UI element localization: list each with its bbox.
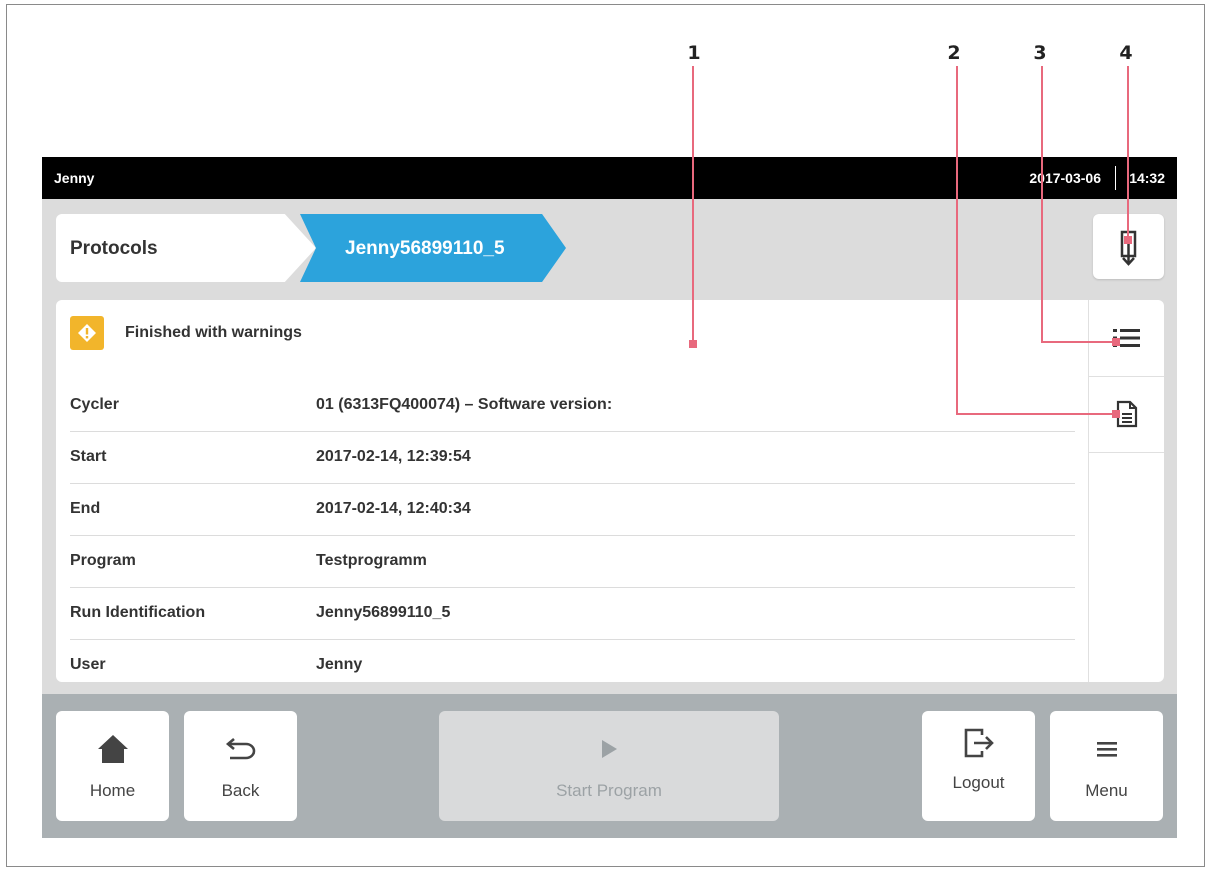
callout-4: 4 (1119, 42, 1133, 64)
protocol-details-panel: Finished with warnings Cycler 01 (6313FQ… (56, 300, 1164, 682)
row-value: Jenny56899110_5 (316, 604, 451, 621)
table-row: Cycler 01 (6313FQ400074) – Software vers… (70, 380, 1075, 432)
play-icon (602, 740, 617, 758)
table-row: Run Identification Jenny56899110_5 (70, 588, 1075, 640)
device-screen: Jenny 2017-03-06 14:32 Protocols Jenny56… (42, 157, 1177, 838)
row-key: Cycler (70, 396, 119, 413)
callout-4-dot (1124, 236, 1132, 244)
warning-icon (70, 316, 104, 350)
callout-4-line (1127, 66, 1129, 238)
table-row: End 2017-02-14, 12:40:34 (70, 484, 1075, 536)
breadcrumb-run[interactable]: Jenny56899110_5 (300, 214, 566, 282)
back-button[interactable]: Back (184, 711, 297, 821)
row-key: End (70, 500, 101, 517)
callout-2-line-h (956, 413, 1116, 415)
callout-3-line (1041, 66, 1043, 342)
callout-2-dot (1112, 410, 1120, 418)
callout-1: 1 (687, 42, 701, 64)
row-value: 2017-02-14, 12:40:34 (316, 500, 471, 517)
breadcrumb-label: Protocols (70, 238, 158, 259)
row-value: Testprogramm (316, 552, 427, 569)
start-program-label: Start Program (556, 781, 662, 800)
status-bar: Jenny 2017-03-06 14:32 (42, 157, 1177, 199)
home-icon (97, 735, 128, 763)
row-value: 01 (6313FQ400074) – Software version: (316, 396, 613, 413)
breadcrumb-label: Jenny56899110_5 (345, 238, 505, 259)
row-key: Start (70, 448, 107, 465)
back-label: Back (221, 781, 260, 800)
logout-label: Logout (952, 773, 1005, 792)
table-row: User Jenny (70, 640, 1075, 691)
row-value: Jenny (316, 656, 363, 673)
home-button[interactable]: Home (56, 711, 169, 821)
menu-label: Menu (1085, 781, 1128, 800)
row-key: Program (70, 552, 136, 569)
start-program-button[interactable]: Start Program (439, 711, 779, 821)
status-time: 14:32 (1129, 170, 1165, 186)
row-key: User (70, 656, 106, 673)
status-user: Jenny (54, 170, 95, 186)
list-view-button[interactable] (1089, 300, 1164, 377)
callout-3-dot (1112, 338, 1120, 346)
callout-1-dot (689, 340, 697, 348)
menu-icon (1096, 742, 1117, 757)
logout-button[interactable]: Logout (922, 711, 1035, 821)
menu-button[interactable]: Menu (1050, 711, 1163, 821)
table-row: Start 2017-02-14, 12:39:54 (70, 432, 1075, 484)
back-icon (225, 738, 255, 760)
callout-1-line (692, 66, 694, 346)
breadcrumb-protocols[interactable]: Protocols (56, 214, 316, 282)
table-row: Program Testprogramm (70, 536, 1075, 588)
callout-3-line-h (1041, 341, 1116, 343)
row-key: Run Identification (70, 604, 206, 621)
row-value: 2017-02-14, 12:39:54 (316, 448, 471, 465)
side-toolbar (1088, 300, 1164, 682)
logout-icon (964, 728, 994, 758)
status-text: Finished with warnings (125, 324, 302, 341)
status-separator (1115, 166, 1116, 190)
home-label: Home (89, 781, 136, 800)
bottom-navigation-bar: Home Back Start Program Logout Menu (42, 694, 1177, 838)
details-table: Cycler 01 (6313FQ400074) – Software vers… (56, 380, 1075, 691)
callout-2: 2 (947, 42, 961, 64)
callout-3: 3 (1033, 42, 1047, 64)
callout-2-line (956, 66, 958, 414)
